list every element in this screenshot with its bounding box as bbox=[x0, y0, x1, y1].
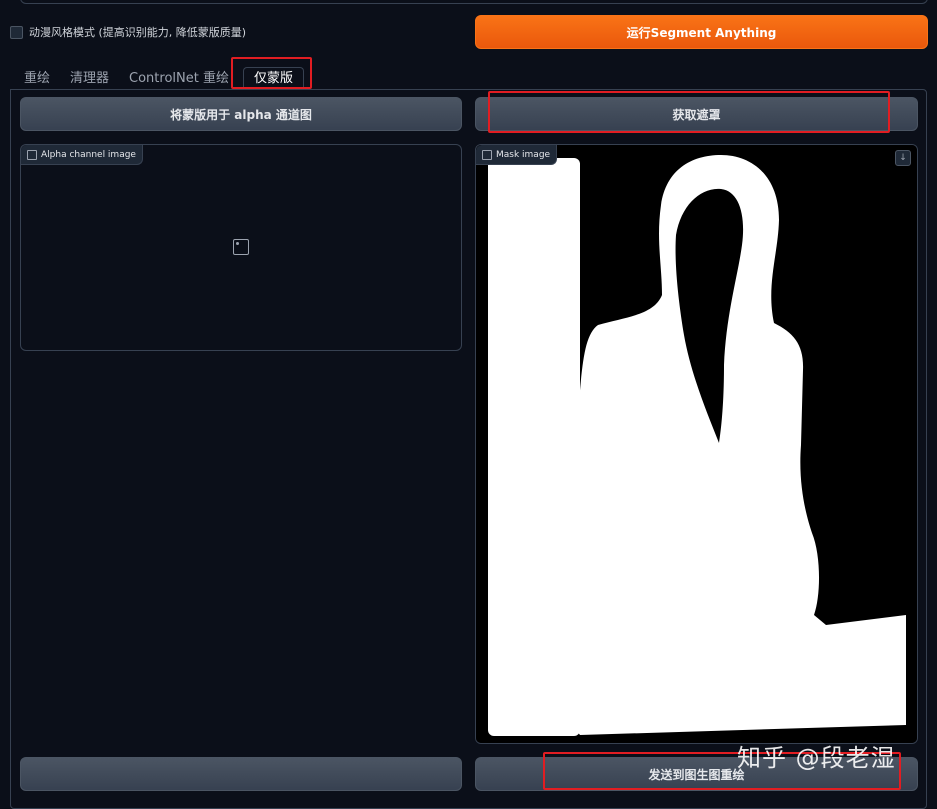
mask-image-content bbox=[476, 145, 917, 743]
image-icon bbox=[482, 149, 492, 160]
watermark: 知乎 @段老湿 bbox=[737, 744, 896, 772]
top-panel-edge bbox=[20, 0, 928, 4]
tab-highlight bbox=[231, 57, 312, 89]
get-mask-highlight bbox=[488, 91, 890, 133]
tab-cleaner[interactable]: 清理器 bbox=[60, 68, 119, 90]
alpha-channel-image[interactable]: Alpha channel image bbox=[20, 144, 462, 351]
tab-inpaint[interactable]: 重绘 bbox=[14, 68, 60, 90]
mask-image[interactable]: Mask image ↓ bbox=[475, 144, 918, 744]
anime-mode-label: 动漫风格模式 (提高识别能力, 降低蒙版质量) bbox=[29, 26, 247, 39]
apply-mask-alpha-button[interactable]: 将蒙版用于 alpha 通道图 bbox=[20, 97, 462, 131]
anime-mode-option[interactable]: 动漫风格模式 (提高识别能力, 降低蒙版质量) bbox=[10, 24, 246, 40]
anime-mode-checkbox[interactable] bbox=[10, 25, 23, 39]
download-icon[interactable]: ↓ bbox=[895, 150, 911, 166]
run-segment-anything-button[interactable]: 运行Segment Anything bbox=[475, 15, 928, 49]
image-placeholder-icon bbox=[233, 239, 249, 255]
image-icon bbox=[27, 149, 37, 160]
tab-controlnet-inpaint[interactable]: ControlNet 重绘 bbox=[119, 68, 239, 90]
alpha-image-label: Alpha channel image bbox=[21, 145, 143, 165]
mask-image-label: Mask image bbox=[476, 145, 558, 165]
left-empty-button[interactable] bbox=[20, 757, 462, 791]
